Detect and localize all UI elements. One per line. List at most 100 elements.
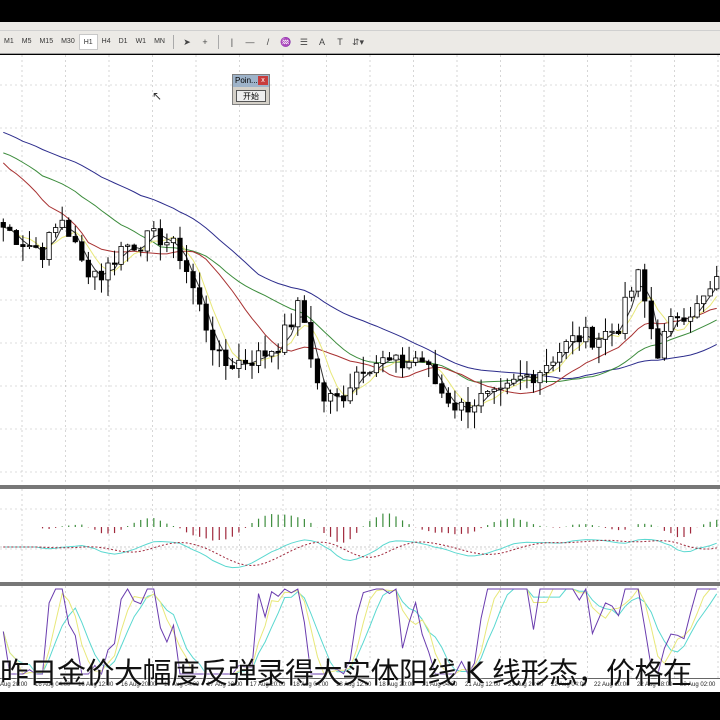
bullish-candle (255, 350, 262, 366)
vertical-line-icon[interactable]: | (223, 37, 241, 47)
bullish-candle (491, 388, 497, 392)
taskbar-area (0, 692, 720, 720)
text-icon[interactable]: A (313, 37, 331, 47)
bearish-candle (210, 329, 216, 351)
bullish-candle (46, 232, 52, 260)
bullish-candle (393, 354, 399, 361)
bullish-candle (498, 387, 504, 390)
bearish-candle (0, 222, 6, 228)
bearish-candle (203, 303, 209, 331)
horizontal-line-icon[interactable]: — (241, 37, 259, 47)
bearish-candle (39, 247, 46, 260)
crosshair-icon[interactable]: + (196, 37, 214, 47)
bearish-candle (426, 361, 432, 365)
arrows-icon[interactable]: ⇵▾ (349, 37, 367, 48)
timeframe-h1[interactable]: H1 (78, 34, 98, 50)
bearish-candle (386, 357, 393, 361)
bearish-candle (360, 371, 366, 374)
bearish-candle (334, 393, 340, 397)
text-label-icon[interactable]: T (331, 37, 349, 47)
bullish-candle (354, 371, 360, 389)
bullish-candle (517, 375, 523, 380)
bullish-candle (53, 227, 59, 233)
timeframe-h4[interactable]: H4 (98, 34, 115, 50)
bullish-candle (125, 244, 131, 247)
timeframe-m15[interactable]: M15 (35, 34, 57, 50)
bullish-candle (537, 372, 543, 384)
video-subtitle: 昨日金价大幅度反弹录得大实体阳线 K 线形态，价格在 (0, 656, 692, 690)
bearish-candle (262, 350, 268, 357)
timeframe-m1[interactable]: M1 (0, 34, 18, 50)
start-button[interactable]: 开始 (236, 90, 266, 102)
bullish-candle (714, 276, 720, 290)
bullish-candle (236, 359, 242, 369)
channel-icon[interactable]: ☰ (295, 37, 313, 48)
bullish-candle (668, 316, 674, 332)
bullish-candle (413, 357, 419, 363)
bullish-candle (282, 324, 288, 353)
bearish-candle (301, 300, 307, 323)
bullish-candle (661, 330, 667, 359)
bearish-candle (98, 270, 105, 281)
toolbar-separator (217, 35, 219, 49)
bullish-candle (458, 401, 465, 411)
bearish-candle (183, 260, 190, 272)
bullish-candle (622, 296, 628, 334)
bearish-candle (655, 328, 661, 359)
fibonacci-icon[interactable]: ♒ (277, 37, 295, 48)
bullish-candle (504, 382, 510, 389)
bearish-candle (275, 350, 281, 353)
bullish-candle (602, 331, 609, 340)
ma-long-line (3, 131, 717, 380)
bearish-candle (445, 392, 451, 404)
bearish-candle (314, 358, 321, 384)
bearish-candle (674, 316, 681, 319)
bearish-candle (589, 326, 595, 348)
bullish-candle (550, 361, 556, 366)
bearish-candle (321, 382, 327, 402)
bearish-candle (288, 324, 294, 328)
timeframe-mn[interactable]: MN (150, 34, 169, 50)
trendline-icon[interactable]: / (259, 37, 277, 47)
cursor-arrow-icon[interactable]: ➤ (178, 37, 196, 48)
bearish-candle (642, 269, 648, 302)
timeframe-d1[interactable]: D1 (115, 34, 132, 50)
bearish-candle (72, 236, 78, 243)
bullish-candle (687, 316, 694, 322)
close-icon[interactable]: x (258, 76, 268, 85)
bullish-candle (694, 303, 700, 318)
bearish-candle (197, 287, 203, 305)
bearish-candle (308, 322, 314, 360)
macd-indicator-pane[interactable] (0, 489, 720, 582)
bearish-candle (13, 230, 19, 245)
bearish-candle (399, 354, 406, 369)
bullish-candle (373, 363, 379, 374)
timeframe-w1[interactable]: W1 (132, 34, 151, 50)
bullish-candle (583, 326, 589, 343)
bearish-candle (648, 300, 654, 330)
bearish-candle (177, 237, 183, 262)
bearish-candle (432, 364, 438, 385)
timeframe-m30[interactable]: M30 (57, 34, 79, 50)
toolbar: M1 M5 M15 M30 H1 H4 D1 W1 MN ➤ + | — / ♒ ☰ A T ⇵▾ (0, 22, 720, 54)
bullish-candle (471, 405, 478, 413)
bullish-candle (105, 262, 111, 281)
bullish-candle (295, 300, 301, 328)
bullish-candle (629, 290, 635, 298)
bullish-candle (164, 242, 170, 246)
bullish-candle (511, 378, 517, 384)
bearish-candle (131, 244, 137, 251)
bearish-candle (223, 349, 229, 367)
timeframe-m5[interactable]: M5 (18, 34, 36, 50)
ea-panel[interactable]: Poin... x 开始 (232, 74, 270, 105)
macd-signal-line (3, 539, 717, 567)
bullish-candle (347, 387, 353, 402)
bearish-candle (681, 317, 687, 322)
bullish-candle (327, 393, 334, 402)
price-chart[interactable] (0, 55, 720, 485)
bearish-candle (138, 249, 144, 252)
bullish-candle (701, 295, 707, 305)
bearish-candle (341, 395, 347, 402)
bullish-candle (406, 361, 412, 369)
bullish-candle (596, 338, 602, 348)
